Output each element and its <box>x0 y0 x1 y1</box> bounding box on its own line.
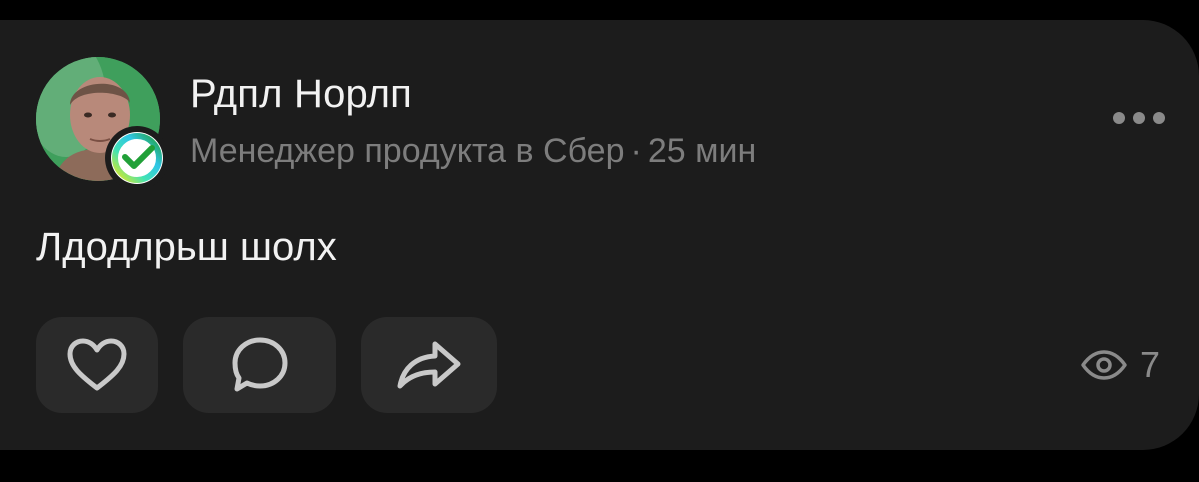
author-avatar-container[interactable] <box>36 57 169 190</box>
post-time: 25 мин <box>647 132 757 170</box>
author-subtitle: Менеджер продукта в Сбер · 25 мин <box>190 132 756 171</box>
sber-check-badge-icon <box>111 132 163 184</box>
post-text: Лдодлрьш шолх <box>36 225 337 269</box>
share-arrow-icon <box>397 341 461 389</box>
author-position: Менеджер продукта в Сбер <box>190 132 625 170</box>
share-button[interactable] <box>361 317 497 413</box>
more-dots-icon <box>1113 112 1165 124</box>
subtitle-separator: · <box>630 132 642 170</box>
author-name[interactable]: Рдпл Норлп <box>190 72 412 117</box>
heart-icon <box>67 338 127 391</box>
post-card: Рдпл Норлп Менеджер продукта в Сбер · 25 м… <box>0 20 1199 450</box>
more-options-button[interactable] <box>1108 100 1170 136</box>
sber-badge <box>105 126 169 190</box>
comment-button[interactable] <box>183 317 336 413</box>
views-counter: 7 <box>1080 344 1161 385</box>
like-button[interactable] <box>36 317 158 413</box>
views-count: 7 <box>1140 344 1161 385</box>
eye-icon <box>1081 350 1127 380</box>
comment-bubble-icon <box>232 337 287 392</box>
